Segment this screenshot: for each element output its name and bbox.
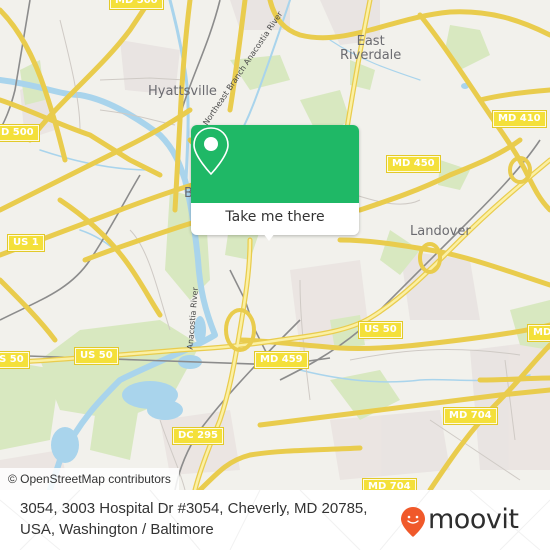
popup-header (191, 125, 359, 203)
moovit-wordmark: moovit (428, 504, 519, 535)
place-label-east-riverdale: East Riverdale (340, 35, 401, 63)
route-shield: US 1 (7, 234, 45, 252)
route-shield: US 50 (358, 321, 403, 339)
place-label-line: East (356, 34, 385, 49)
route-shield: MD 450 (386, 155, 441, 173)
location-popup: Take me there (191, 125, 359, 241)
route-shield: US 50 (0, 351, 30, 369)
route-shield: MD 704 (443, 407, 498, 425)
footer: 3054, 3003 Hospital Dr #3054, Cheverly, … (0, 490, 550, 550)
place-label-hyattsville: Hyattsville (148, 84, 217, 99)
map-pin-icon (193, 127, 229, 176)
map[interactable]: Hyattsville East Riverdale Landover B No… (0, 0, 550, 490)
take-me-there-label: Take me there (225, 209, 325, 225)
route-shield: MD 500 (0, 124, 40, 142)
take-me-there-button[interactable]: Take me there (191, 203, 359, 235)
address-text: 3054, 3003 Hospital Dr #3054, Cheverly, … (20, 500, 368, 538)
route-shield: DC 295 (172, 427, 224, 445)
route-shield: MD 704 (527, 324, 550, 342)
route-shield: MD 459 (254, 351, 309, 369)
route-shield: MD 410 (492, 110, 547, 128)
map-attribution[interactable]: © OpenStreetMap contributors (0, 468, 179, 490)
route-shield: MD 704 (362, 478, 417, 490)
popup-tail (263, 233, 275, 241)
place-label-line: Riverdale (340, 48, 402, 63)
moovit-pin-icon (401, 507, 425, 537)
place-label-landover: Landover (410, 224, 471, 239)
route-shield: MD 500 (109, 0, 164, 10)
route-shield: US 50 (74, 347, 119, 365)
